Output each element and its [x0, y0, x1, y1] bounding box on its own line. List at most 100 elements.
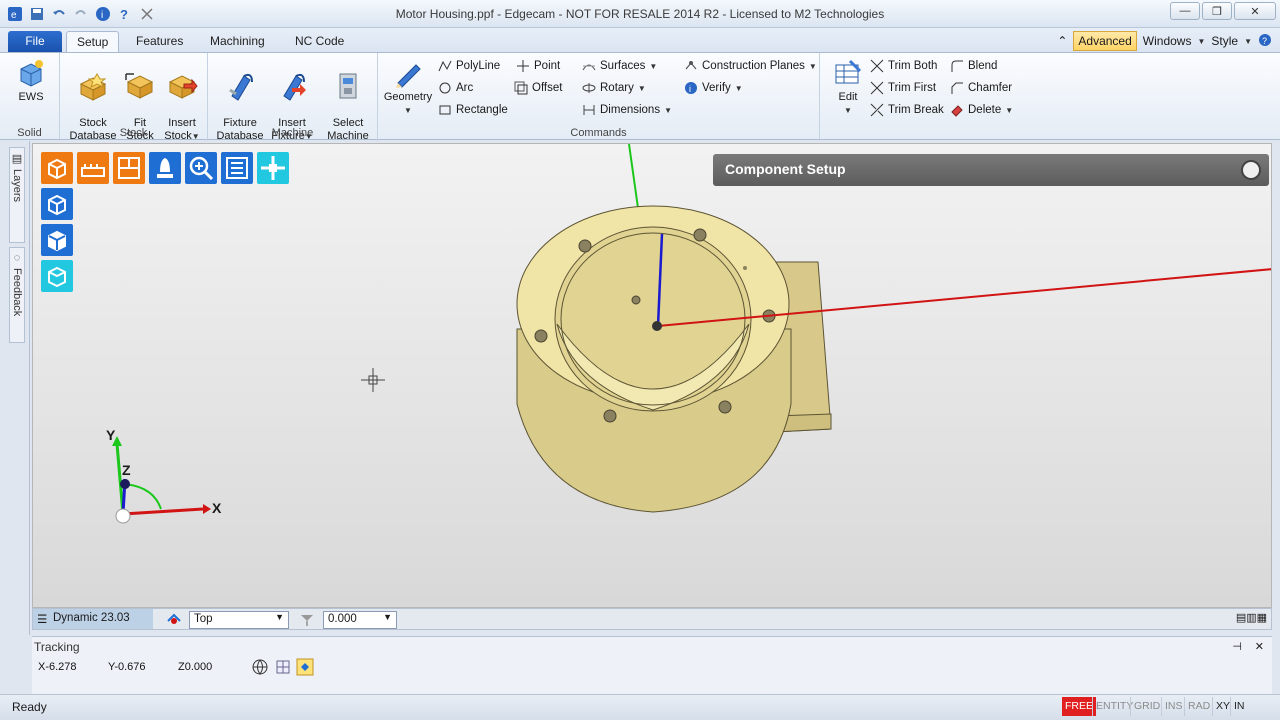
- verify-dropdown-icon[interactable]: ▼: [735, 84, 743, 93]
- triad-x-label: X: [212, 500, 222, 516]
- dynamic-zoom[interactable]: ☰ Dynamic 23.03: [33, 609, 153, 629]
- status-grid[interactable]: GRID: [1130, 697, 1163, 716]
- view-layout-icon[interactable]: ▤▥▦: [1236, 611, 1267, 624]
- grid-icon[interactable]: [275, 659, 291, 678]
- polyline-button[interactable]: PolyLine: [438, 59, 500, 73]
- ews-button[interactable]: EWS: [14, 57, 48, 104]
- triad-z-label: Z: [122, 462, 131, 478]
- style-menu[interactable]: Style: [1211, 34, 1238, 48]
- surfaces-icon: [582, 59, 596, 73]
- close-panel-icon[interactable]: ✕: [1255, 640, 1264, 653]
- windows-dropdown-icon[interactable]: ▼: [1197, 37, 1205, 46]
- trim-both-button[interactable]: Trim Both: [870, 59, 937, 73]
- point-button[interactable]: Point: [516, 59, 560, 73]
- trim-both-label: Trim Both: [888, 60, 938, 72]
- delete-dropdown-icon[interactable]: ▼: [1005, 106, 1013, 115]
- pencil-icon: [396, 64, 421, 88]
- layers-tab[interactable]: ▤ Layers: [9, 147, 25, 243]
- trim-first-icon: [870, 81, 884, 95]
- rotary-label: Rotary: [600, 82, 634, 94]
- triad-x-axis: [122, 507, 204, 516]
- dimensions-dropdown-icon[interactable]: ▼: [664, 106, 672, 115]
- help-circle-icon[interactable]: ?: [1258, 33, 1272, 50]
- construction-planes-icon: [684, 59, 698, 73]
- point-icon: [516, 59, 530, 73]
- windows-menu[interactable]: Windows: [1143, 34, 1192, 48]
- blend-icon: [950, 59, 964, 73]
- delete-label: Delete: [968, 104, 1002, 116]
- tab-file[interactable]: File: [8, 31, 62, 52]
- trim-break-button[interactable]: Trim Break: [870, 103, 944, 117]
- chamfer-button[interactable]: Chamfer: [950, 81, 1012, 95]
- surfaces-button[interactable]: Surfaces ▼: [582, 59, 657, 73]
- feedback-tab[interactable]: ◌ Feedback: [9, 247, 25, 343]
- view-select[interactable]: Top ▼: [189, 611, 289, 629]
- advanced-button[interactable]: Advanced: [1073, 31, 1137, 51]
- rotary-button[interactable]: Rotary ▼: [582, 81, 646, 95]
- graphics-viewport[interactable]: Component Setup Y Z X: [32, 143, 1272, 608]
- edit-dropdown-icon[interactable]: ▼: [844, 106, 852, 115]
- style-dropdown-icon[interactable]: ▼: [1244, 37, 1252, 46]
- edit-table-icon: [835, 59, 862, 84]
- status-in[interactable]: IN: [1230, 697, 1248, 716]
- trim-first-button[interactable]: Trim First: [870, 81, 936, 95]
- construction-planes-dropdown-icon[interactable]: ▼: [809, 62, 817, 71]
- edit-button[interactable]: Edit ▼: [830, 57, 866, 117]
- arc-button[interactable]: Arc: [438, 81, 473, 95]
- tab-features[interactable]: Features: [126, 31, 193, 52]
- rectangle-button[interactable]: Rectangle: [438, 103, 508, 117]
- layers-label: Layers: [11, 169, 23, 203]
- verify-button[interactable]: i Verify ▼: [684, 81, 743, 95]
- maximize-button[interactable]: ❐: [1202, 2, 1232, 20]
- status-ins[interactable]: INS: [1161, 697, 1186, 716]
- layers-icon: ▤: [10, 152, 23, 165]
- stock-database-icon: [79, 73, 107, 101]
- fixture-database-icon: [229, 73, 253, 101]
- status-ready: Ready: [12, 700, 47, 714]
- construction-planes-label: Construction Planes: [702, 60, 805, 72]
- edit-label: Edit: [838, 91, 858, 103]
- depth-input[interactable]: 0.000 ▼: [323, 611, 397, 629]
- close-button[interactable]: ✕: [1234, 2, 1276, 20]
- status-rad[interactable]: RAD: [1184, 697, 1213, 716]
- geometry-label: Geometry: [383, 91, 433, 103]
- tab-setup[interactable]: Setup: [66, 31, 120, 52]
- pin-icon[interactable]: ⊣: [1232, 640, 1242, 653]
- tracking-y: Y-0.676: [108, 661, 146, 673]
- tracking-panel: Tracking ⊣ ✕ X-6.278 Y-0.676 Z0.000: [32, 636, 1272, 694]
- dimensions-icon: [582, 103, 596, 117]
- small-hole: [631, 295, 641, 305]
- status-free[interactable]: FREE: [1062, 697, 1097, 716]
- group-commands: Geometry ▼ PolyLine Arc Rectangle Point O…: [378, 53, 820, 141]
- delete-button[interactable]: Delete ▼: [950, 103, 1013, 117]
- dimensions-button[interactable]: Dimensions ▼: [582, 103, 672, 117]
- geometry-button[interactable]: Geometry ▼: [380, 57, 436, 117]
- bolt-hole: [534, 329, 548, 343]
- side-panel: ▤ Layers ◌ Feedback: [0, 141, 30, 635]
- surfaces-label: Surfaces: [600, 60, 646, 72]
- chamfer-label: Chamfer: [968, 82, 1013, 94]
- tab-machining[interactable]: Machining: [200, 31, 275, 52]
- offset-button[interactable]: Offset: [514, 81, 562, 95]
- snap-icon[interactable]: [296, 658, 314, 679]
- ews-icon: [20, 60, 43, 87]
- geometry-dropdown-icon[interactable]: ▼: [404, 106, 412, 115]
- depth-value: 0.000: [328, 613, 357, 625]
- rotary-dropdown-icon[interactable]: ▼: [638, 84, 646, 93]
- bolt-hole: [693, 228, 707, 242]
- minimize-button[interactable]: —: [1170, 2, 1200, 20]
- verify-label: Verify: [702, 82, 731, 94]
- globe-icon[interactable]: [252, 659, 268, 678]
- dimensions-label: Dimensions: [600, 104, 661, 116]
- status-bar: Ready FREE ENTITY GRID INS RAD XY IN: [0, 694, 1280, 720]
- feedback-icon: ◌: [11, 252, 23, 264]
- group-stock: Stock Database Fit Stock Insert Stock▼ S…: [60, 53, 208, 142]
- tab-nc-code[interactable]: NC Code: [285, 31, 354, 52]
- point-label: Point: [534, 60, 561, 72]
- ribbon-right-controls: ⌃ Advanced Windows ▼ Style ▼ ?: [1057, 31, 1272, 51]
- blend-button[interactable]: Blend: [950, 59, 997, 73]
- surfaces-dropdown-icon[interactable]: ▼: [649, 62, 657, 71]
- offset-icon: [514, 81, 528, 95]
- collapse-ribbon-icon[interactable]: ⌃: [1057, 34, 1067, 48]
- construction-planes-button[interactable]: Construction Planes ▼: [684, 59, 817, 73]
